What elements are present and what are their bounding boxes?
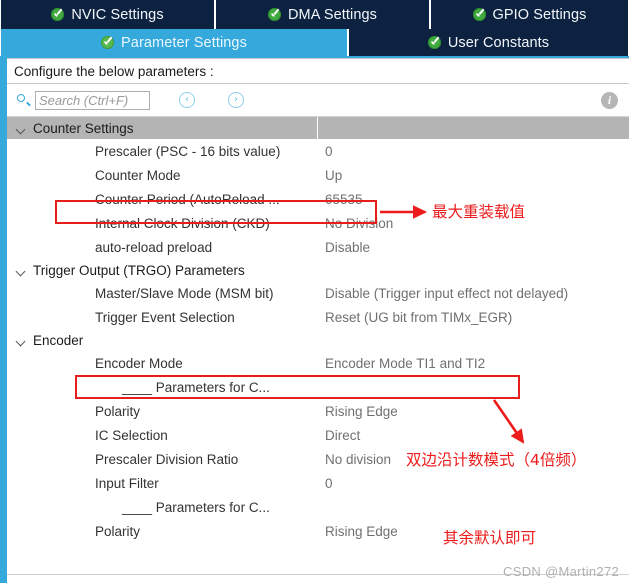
chevron-down-icon[interactable]	[16, 265, 27, 276]
table-row[interactable]: Trigger Event Selection Reset (UG bit fr…	[7, 305, 629, 329]
row-value[interactable]: Disable (Trigger input effect not delaye…	[318, 286, 629, 301]
table-row[interactable]: IC Selection Direct	[7, 423, 629, 447]
table-row[interactable]: Master/Slave Mode (MSM bit) Disable (Tri…	[7, 281, 629, 305]
row-value[interactable]: Encoder Mode TI1 and TI2	[318, 356, 629, 371]
tab-gpio-settings[interactable]: GPIO Settings	[430, 0, 629, 29]
group-header-right-cell	[318, 117, 629, 139]
table-row[interactable]: Counter Mode Up	[7, 163, 629, 187]
row-label: Internal Clock Division (CKD)	[95, 215, 270, 231]
check-circle-icon	[51, 8, 65, 21]
configure-hint: Configure the below parameters :	[7, 58, 629, 84]
tab-label: User Constants	[447, 34, 550, 51]
tab-bar-row-2: Parameter Settings User Constants	[0, 29, 629, 56]
chevron-left-icon: ‹	[185, 94, 189, 105]
row-value[interactable]: Direct	[318, 428, 629, 443]
table-row[interactable]: Input Filter 0	[7, 471, 629, 495]
row-value[interactable]: Disable	[318, 240, 629, 255]
annotation-encoder-mode: 双边沿计数模式（4倍频）	[406, 451, 587, 469]
row-value[interactable]: 0	[318, 476, 629, 491]
row-label: Prescaler (PSC - 16 bits value)	[95, 143, 281, 159]
check-circle-icon	[472, 8, 486, 21]
group-header-left-cell: Encoder	[7, 329, 318, 351]
check-circle-icon	[101, 36, 115, 49]
row-label: ____ Parameters for C...	[122, 499, 270, 515]
next-match-button[interactable]: ›	[228, 92, 244, 108]
group-title: Trigger Output (TRGO) Parameters	[33, 262, 245, 278]
parameter-table: Counter Settings Prescaler (PSC - 16 bit…	[7, 117, 629, 543]
row-label: Prescaler Division Ratio	[95, 451, 239, 467]
previous-match-button[interactable]: ‹	[179, 92, 195, 108]
panel-wrapper: Configure the below parameters : ‹ › i	[0, 56, 629, 583]
row-value[interactable]: Reset (UG bit from TIMx_EGR)	[318, 310, 629, 325]
tab-user-constants[interactable]: User Constants	[348, 29, 629, 56]
row-label: Master/Slave Mode (MSM bit)	[95, 285, 274, 301]
group-header-encoder[interactable]: Encoder	[7, 329, 629, 351]
chevron-down-icon[interactable]	[16, 335, 27, 346]
table-row-parameters-for-c-1: ____ Parameters for C...	[7, 375, 629, 399]
group-header-trigger-output[interactable]: Trigger Output (TRGO) Parameters	[7, 259, 629, 281]
table-row[interactable]: Internal Clock Division (CKD) No Divisio…	[7, 211, 629, 235]
search-input[interactable]	[35, 90, 150, 110]
annotation-rest-default: 其余默认即可	[443, 529, 537, 547]
row-label: Polarity	[95, 403, 141, 419]
row-label: Encoder Mode	[95, 355, 183, 371]
chevron-right-icon: ›	[234, 94, 238, 105]
tab-nvic-settings[interactable]: NVIC Settings	[0, 0, 215, 29]
check-circle-icon	[427, 36, 441, 49]
tab-label: Parameter Settings	[121, 34, 247, 51]
search-toolbar: ‹ › i	[7, 84, 629, 117]
tab-dma-settings[interactable]: DMA Settings	[215, 0, 430, 29]
row-label: IC Selection	[95, 427, 168, 443]
row-label: ____ Parameters for C...	[122, 379, 270, 395]
watermark: CSDN @Martin272	[503, 564, 619, 579]
tab-bar-row-1: NVIC Settings DMA Settings GPIO Settings	[0, 0, 629, 29]
check-circle-icon	[267, 8, 281, 21]
table-row-parameters-for-c-2: ____ Parameters for C...	[7, 495, 629, 519]
row-label: Counter Period (AutoReload ...	[95, 191, 280, 207]
tab-label: NVIC Settings	[71, 6, 164, 23]
search-icon	[16, 93, 31, 108]
group-header-right-cell	[318, 259, 629, 281]
row-value[interactable]: 0	[318, 144, 629, 159]
table-row[interactable]: auto-reload preload Disable	[7, 235, 629, 259]
group-header-counter-settings[interactable]: Counter Settings	[7, 117, 629, 139]
row-value[interactable]: Up	[318, 168, 629, 183]
tab-parameter-settings[interactable]: Parameter Settings	[0, 29, 348, 56]
row-label: Polarity	[95, 523, 141, 539]
table-row[interactable]: Polarity Rising Edge	[7, 399, 629, 423]
chevron-down-icon[interactable]	[16, 123, 27, 134]
info-icon[interactable]: i	[601, 92, 618, 109]
table-row-encoder-mode[interactable]: Encoder Mode Encoder Mode TI1 and TI2	[7, 351, 629, 375]
row-label: auto-reload preload	[95, 239, 213, 255]
group-title: Encoder	[33, 332, 84, 348]
row-label: Trigger Event Selection	[95, 309, 235, 325]
row-label: Counter Mode	[95, 167, 181, 183]
configure-hint-text: Configure the below parameters :	[14, 63, 214, 79]
group-header-left-cell: Trigger Output (TRGO) Parameters	[7, 259, 318, 281]
group-header-left-cell: Counter Settings	[7, 117, 318, 139]
info-icon-glyph: i	[607, 93, 612, 107]
parameter-panel: Configure the below parameters : ‹ › i	[7, 56, 629, 583]
row-label: Input Filter	[95, 475, 159, 491]
left-accent-rail	[0, 56, 7, 583]
tab-label: DMA Settings	[287, 6, 378, 23]
group-title: Counter Settings	[33, 120, 134, 136]
table-row[interactable]: Prescaler (PSC - 16 bits value) 0	[7, 139, 629, 163]
tab-label: GPIO Settings	[492, 6, 587, 23]
group-header-right-cell	[318, 329, 629, 351]
row-value[interactable]: Rising Edge	[318, 404, 629, 419]
annotation-max-autoreload: 最大重装载值	[432, 203, 526, 221]
parameter-settings-window: NVIC Settings DMA Settings GPIO Settings…	[0, 0, 629, 583]
table-row-counter-period[interactable]: Counter Period (AutoReload ... 65535	[7, 187, 629, 211]
